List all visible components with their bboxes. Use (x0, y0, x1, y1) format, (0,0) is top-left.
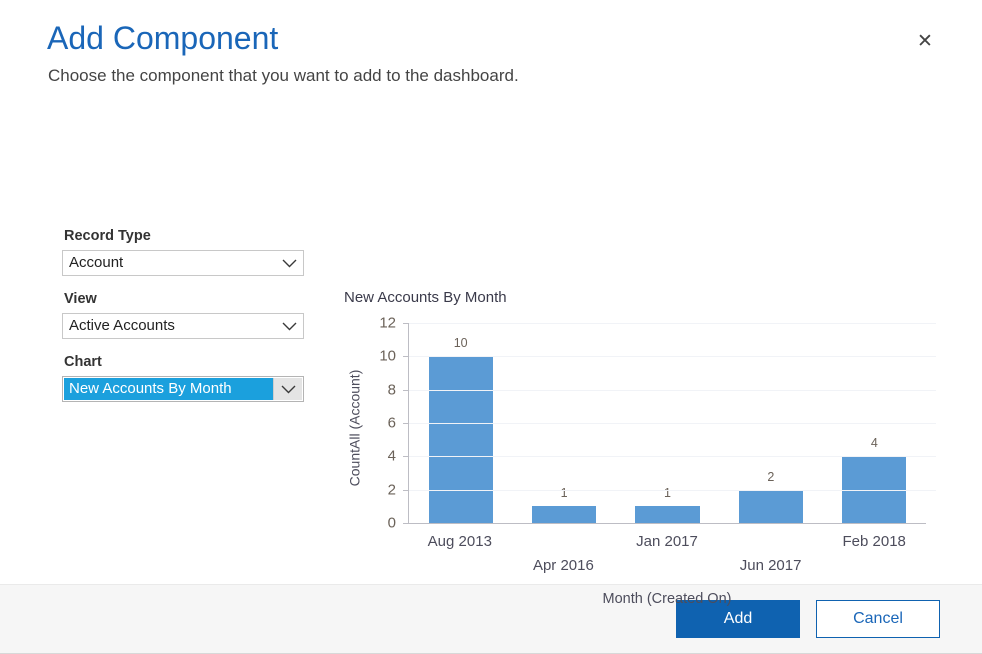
y-tickmark (403, 356, 409, 357)
bar[interactable]: 10 (429, 356, 493, 523)
view-select[interactable]: Active Accounts (62, 313, 304, 339)
gridline (409, 390, 936, 391)
x-axis-ticks: Aug 2013 Apr 2016 Jan 2017 Jun 2017 Feb 2018 (408, 527, 926, 587)
y-tickmark (403, 523, 409, 524)
dialog-header: Add Component Choose the component that … (0, 0, 982, 88)
record-type-select[interactable]: Account (62, 250, 304, 276)
chart-preview: New Accounts By Month CountAll (Account)… (336, 278, 936, 638)
bar[interactable]: 1 (635, 506, 699, 523)
chevron-down-icon[interactable] (273, 378, 302, 400)
view-value: Active Accounts (63, 314, 275, 338)
y-tick-label: 8 (388, 381, 396, 398)
x-tick-label: Aug 2013 (428, 533, 492, 550)
y-axis-ticks: 024681012 (364, 323, 402, 523)
view-label: View (64, 290, 304, 308)
page-title: Add Component (47, 18, 934, 58)
component-form: Record Type Account View Active Accounts (62, 227, 304, 402)
bar-value-label: 1 (561, 486, 568, 500)
plot-area: 10 1 1 2 4 (408, 323, 926, 524)
chevron-down-icon (275, 251, 303, 275)
bar-value-label: 4 (871, 436, 878, 450)
close-icon[interactable]: ✕ (912, 28, 938, 54)
chart-title: New Accounts By Month (344, 288, 936, 308)
add-component-dialog: Add Component Choose the component that … (0, 0, 982, 654)
chart-area: CountAll (Account) 024681012 101124 Aug … (336, 323, 936, 623)
y-tick-label: 2 (388, 481, 396, 498)
y-tickmark (403, 390, 409, 391)
gridline (409, 456, 936, 457)
chart-label: Chart (64, 353, 304, 371)
plot-wrapper: 024681012 101124 Aug 2013Apr 2016Jan 201… (364, 323, 936, 538)
bar-value-label: 10 (454, 336, 468, 350)
y-tick-label: 0 (388, 515, 396, 532)
bar-value-label: 2 (767, 470, 774, 484)
bar[interactable]: 2 (739, 490, 803, 523)
bar[interactable]: 1 (532, 506, 596, 523)
y-tick-label: 4 (388, 448, 396, 465)
bar-value-label: 1 (664, 486, 671, 500)
gridline (409, 423, 936, 424)
y-axis-title: CountAll (Account) (344, 323, 364, 533)
y-tick-label: 6 (388, 415, 396, 432)
chevron-down-icon (275, 314, 303, 338)
dialog-subtitle: Choose the component that you want to ad… (48, 64, 934, 88)
record-type-value: Account (63, 251, 275, 275)
y-tickmark (403, 490, 409, 491)
gridline (409, 323, 936, 324)
x-tick-label: Feb 2018 (842, 533, 905, 550)
gridline (409, 490, 936, 491)
x-tick-label: Apr 2016 (533, 557, 594, 574)
x-tick-label: Jun 2017 (740, 557, 802, 574)
record-type-label: Record Type (64, 227, 304, 245)
x-axis-title: Month (Created On) (408, 591, 926, 607)
y-tickmark (403, 456, 409, 457)
dialog-body: Record Type Account View Active Accounts (0, 88, 982, 584)
chart-select[interactable]: New Accounts By Month (62, 376, 304, 402)
gridline (409, 356, 936, 357)
chart-value: New Accounts By Month (64, 378, 273, 400)
y-axis-title-text: CountAll (Account) (346, 370, 362, 487)
x-tick-label: Jan 2017 (636, 533, 698, 550)
y-tick-label: 12 (379, 315, 396, 332)
y-tick-label: 10 (379, 348, 396, 365)
y-tickmark (403, 423, 409, 424)
y-tickmark (403, 323, 409, 324)
